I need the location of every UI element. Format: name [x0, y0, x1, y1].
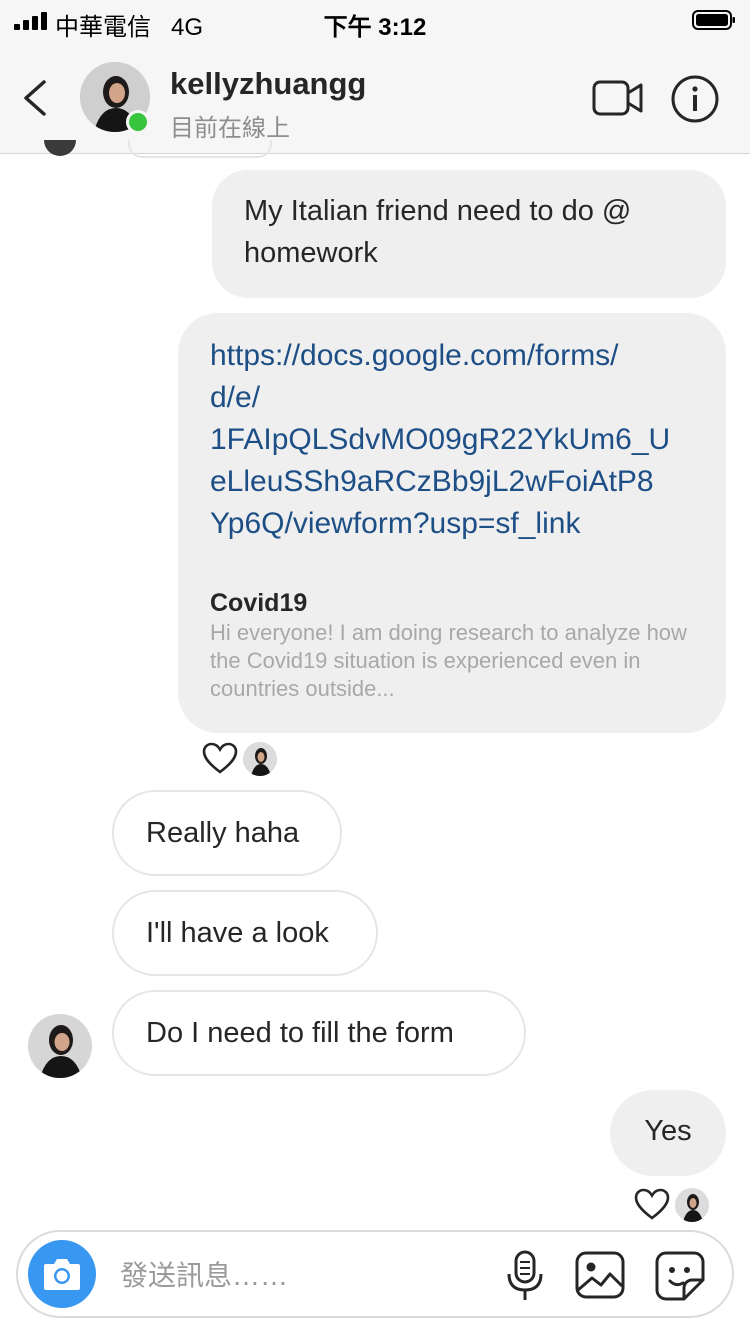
- contact-username[interactable]: kellyzhuangg: [170, 66, 366, 102]
- gallery-icon[interactable]: [574, 1250, 626, 1300]
- reactor-avatar: [675, 1188, 709, 1222]
- link-line: eLleuSSh9aRCzBb9jL2wFoiAtP8: [210, 465, 654, 498]
- sticker-icon[interactable]: [654, 1250, 706, 1302]
- link-preview-description: Hi everyone! I am doing research to anal…: [210, 620, 687, 701]
- online-status-dot: [126, 110, 150, 134]
- microphone-icon[interactable]: [504, 1250, 546, 1302]
- message-text: Do I need to fill the form: [146, 1017, 454, 1049]
- message-bubble-received[interactable]: Really haha: [112, 790, 342, 876]
- link-line: https://docs.google.com/forms/: [210, 339, 619, 372]
- chat-header: kellyzhuangg 目前在線上: [0, 40, 750, 154]
- message-bubble-sent[interactable]: My Italian friend need to do @ homework: [212, 170, 726, 298]
- message-text: My Italian friend need to do @ homework: [244, 195, 632, 269]
- cropped-message-bubble: [128, 140, 272, 158]
- link-message-bubble[interactable]: https://docs.google.com/forms/ d/e/ 1FAI…: [178, 313, 726, 733]
- link-line: Yp6Q/viewform?usp=sf_link: [210, 507, 581, 540]
- message-text: Yes: [644, 1115, 692, 1147]
- message-bubble-received[interactable]: I'll have a look: [112, 890, 378, 976]
- message-bubble-sent[interactable]: Yes: [610, 1090, 726, 1176]
- message-composer: 發送訊息……: [16, 1230, 734, 1318]
- sender-avatar[interactable]: [28, 1014, 92, 1078]
- camera-icon: [44, 1259, 80, 1290]
- info-icon[interactable]: [670, 74, 720, 124]
- heart-reaction-icon[interactable]: [202, 742, 238, 774]
- link-line: d/e/: [210, 381, 261, 414]
- reactor-avatar: [243, 742, 277, 776]
- form-link[interactable]: https://docs.google.com/forms/ d/e/ 1FAI…: [210, 335, 694, 545]
- message-text: I'll have a look: [146, 917, 329, 949]
- status-bar: 中華電信 4G 下午 3:12: [0, 0, 750, 41]
- battery-icon: [692, 10, 735, 30]
- back-chevron-icon[interactable]: [20, 78, 50, 118]
- link-line: 1FAIpQLSdvMO09gR22YkUm6_U: [210, 423, 671, 456]
- contact-status: 目前在線上: [170, 115, 290, 142]
- heart-reaction-icon[interactable]: [634, 1188, 670, 1220]
- status-time: 下午 3:12: [323, 14, 427, 41]
- video-call-icon[interactable]: [592, 76, 644, 120]
- message-text: Really haha: [146, 817, 300, 849]
- camera-button[interactable]: [28, 1240, 96, 1308]
- link-preview-title: Covid19: [210, 589, 308, 617]
- message-input[interactable]: 發送訊息……: [120, 1254, 288, 1294]
- message-bubble-received[interactable]: Do I need to fill the form: [112, 990, 526, 1076]
